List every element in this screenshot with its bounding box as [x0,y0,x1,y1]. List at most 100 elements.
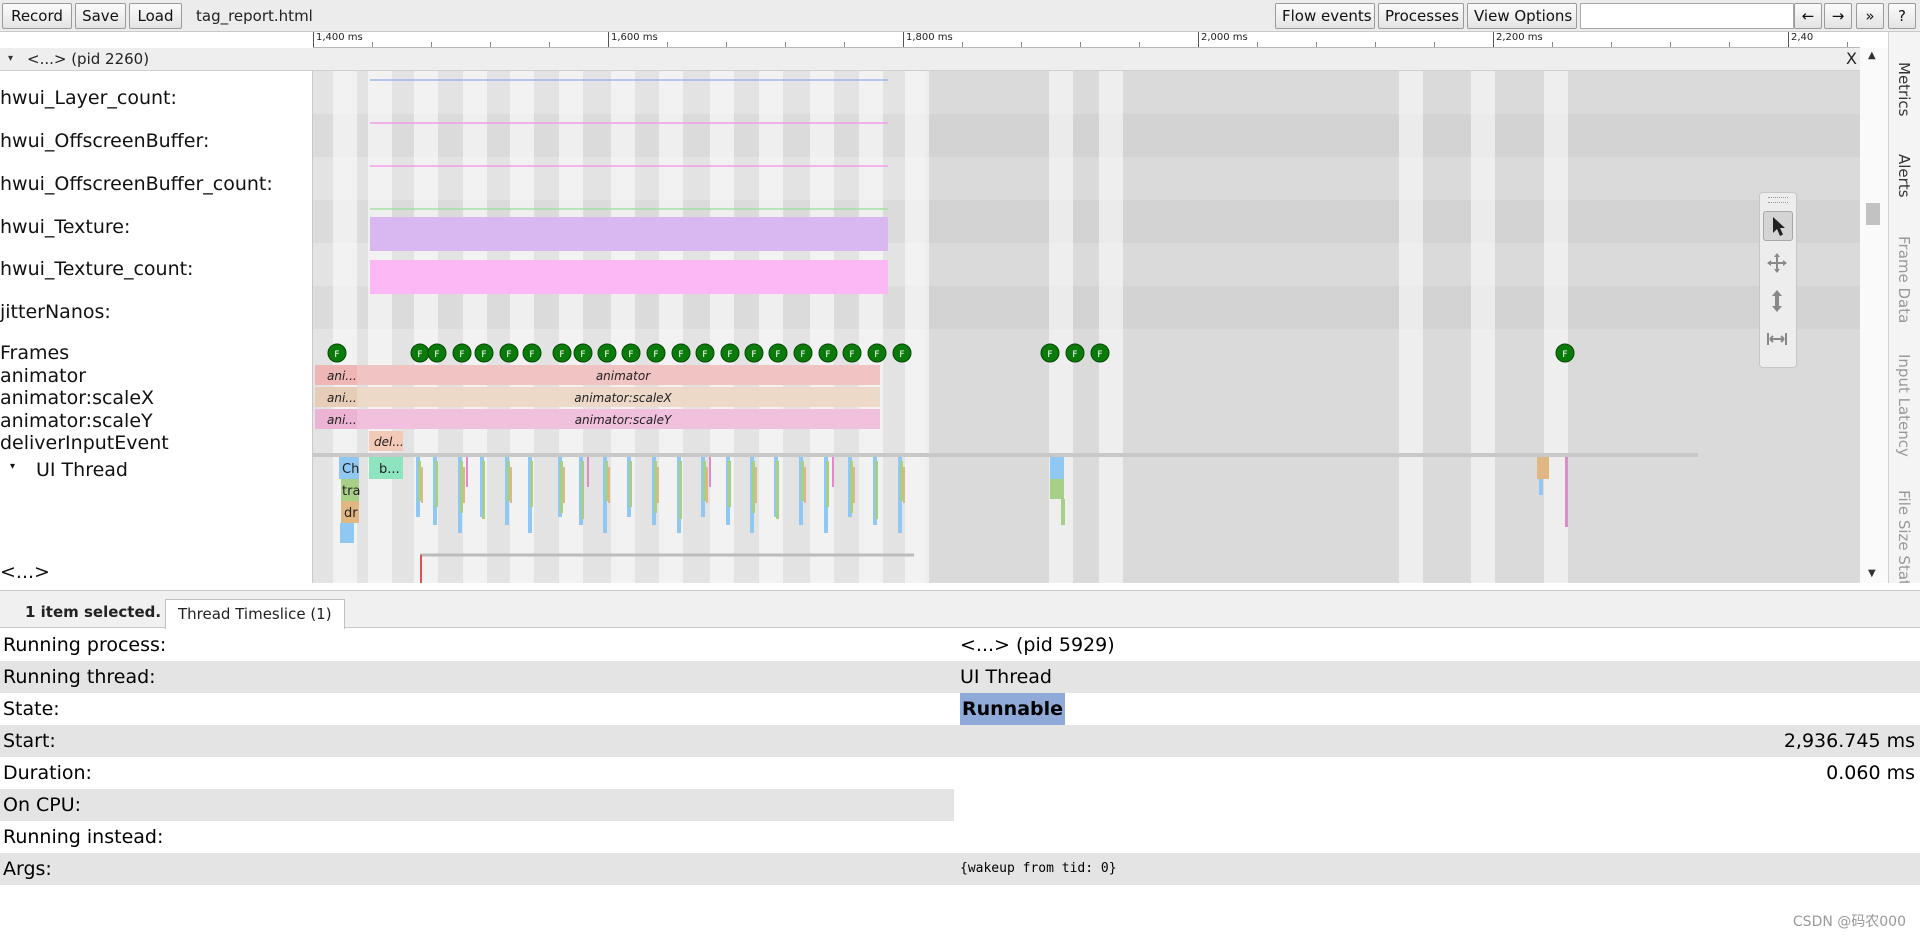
frame-marker-label: F [1047,350,1052,360]
timeline-svg[interactable]: F F F F F F F F F F F F F F F F F F F F F F F F F Fani... animator… [313,71,1860,583]
detail-key: Duration: [3,762,92,784]
selection-count: 1 item selected. [25,603,162,621]
frame-marker-label: F [580,350,585,360]
load-button[interactable]: Load [129,3,182,29]
pan-tool-button[interactable] [1763,249,1793,279]
ui-thread-subslice [776,461,779,519]
counter-area-texture [370,217,888,251]
close-process-button[interactable]: X [1846,48,1857,70]
track-label: animator [0,365,87,387]
detail-value[interactable]: <...> (pid 5929) [960,629,1115,661]
ui-thread-subslice [900,461,903,501]
ui-thread-subslice [482,461,485,519]
track-label: deliverInputEvent [0,432,169,454]
vsync-band [859,71,883,583]
track-labels: hwui_Layer_count: hwui_OffscreenBuffer: … [0,71,313,583]
vsync-band [905,71,929,583]
ui-thread-subslice [850,461,853,513]
cursor-icon [1773,217,1785,236]
processes-button[interactable]: Processes [1378,3,1464,29]
ui-thread-subslice [1565,457,1568,527]
detail-row: Running instead: [0,821,1920,853]
slice-label: b... [379,462,400,477]
ui-thread-subslice [435,461,438,507]
frame-marker-label: F [874,350,879,360]
flow-events-button[interactable]: Flow events [1275,3,1375,29]
counter-area-texture-count [370,260,888,294]
frame-marker-label: F [899,350,904,360]
track-label: hwui_Texture_count: [0,258,194,280]
ui-thread-subslice [563,467,565,503]
tool-palette [1759,192,1797,368]
detail-value: UI Thread [960,666,1052,688]
ruler-tick-label: 1,600 ms [611,32,658,43]
ruler-minor-tick [1847,42,1848,47]
frame-marker-label: F [529,350,534,360]
palette-grip-icon[interactable] [1768,197,1788,203]
args-value: {wakeup from tid: 0} [960,861,1117,876]
ruler-tick-label: 1,400 ms [316,32,363,43]
ui-thread-subslice [801,461,804,501]
ui-thread-subslice [728,461,731,507]
ruler-minor-tick [372,42,373,47]
frame-marker-label: F [506,350,511,360]
ui-thread-subslice [560,461,563,513]
side-tab-frame-data[interactable]: Frame Data [1895,236,1913,323]
process-header: ▾ <...> (pid 2260) X [0,48,1860,71]
scroll-up-icon[interactable]: ▲ [1868,50,1876,61]
frame-marker-label: F [702,350,707,360]
thread-expand-icon[interactable]: ▾ [10,461,15,472]
timeline-canvas[interactable]: F F F F F F F F F F F F F F F F F F F F F F F F F Fani... animator… [313,71,1860,583]
save-button[interactable]: Save [75,3,126,29]
ui-thread-subslice [755,467,757,503]
ruler-minor-tick [844,42,845,47]
frame-marker-label: F [825,350,830,360]
vsync-band [810,71,834,583]
more-button[interactable]: » [1856,3,1884,29]
tab-thread-timeslice[interactable]: Thread Timeslice (1) [165,599,345,629]
side-tab-input-latency[interactable]: Input Latency [1895,354,1913,457]
ui-thread-subslice [875,461,878,519]
ui-thread-subslice [581,461,584,519]
expand-toggle-icon[interactable]: ▾ [8,48,13,70]
vsync-band [1399,71,1423,583]
slice-label: del... [374,435,404,449]
ui-thread-subslice [657,467,659,503]
vertical-scrollbar[interactable]: ▲ ▼ [1860,48,1888,583]
detail-row: Start: 2,936.745 ms [0,725,1920,757]
zoom-tool-button[interactable] [1763,287,1793,317]
select-tool-button[interactable] [1763,211,1793,241]
detail-row: Args: {wakeup from tid: 0} [0,853,1920,885]
timing-tool-button[interactable] [1763,325,1793,355]
frame-marker-label: F [1097,350,1102,360]
view-options-button[interactable]: View Options [1467,3,1577,29]
track-label: animator:scaleX [0,387,155,409]
scroll-thumb[interactable] [1866,203,1880,225]
ruler-minor-tick [1552,42,1553,47]
track-label-ui-thread: UI Thread [36,459,128,481]
slice-label: dr [344,506,358,521]
side-tab-file-size-stats[interactable]: File Size Stat [1895,490,1913,583]
ruler-minor-tick [1257,42,1258,47]
ruler-minor-tick [1080,42,1081,47]
side-tab-alerts[interactable]: Alerts [1895,154,1913,198]
search-input[interactable] [1580,3,1794,29]
ruler-tick-label: 2,200 ms [1496,32,1543,43]
scroll-down-icon[interactable]: ▼ [1868,568,1876,579]
zoom-icon [1772,290,1782,312]
nav-back-button[interactable]: ← [1794,3,1822,29]
ui-thread-subslice [463,467,465,503]
detail-key: Running thread: [3,666,156,688]
help-button[interactable]: ? [1888,3,1916,29]
vsync-band [1544,71,1568,583]
ruler-minor-tick [1670,42,1671,47]
ruler-tick-label: 1,800 ms [906,32,953,43]
detail-row: State: Runnable [0,693,1920,725]
nav-forward-button[interactable]: → [1824,3,1852,29]
slice-label: ani... [327,391,357,405]
side-tab-metrics[interactable]: Metrics [1895,62,1913,116]
ui-thread-subslice [605,461,608,501]
record-button[interactable]: Record [2,3,72,29]
detail-key: State: [3,698,60,720]
time-ruler[interactable]: 1,400 ms 1,600 ms 1,800 ms 2,000 ms 2,200 ms… [313,32,1860,48]
